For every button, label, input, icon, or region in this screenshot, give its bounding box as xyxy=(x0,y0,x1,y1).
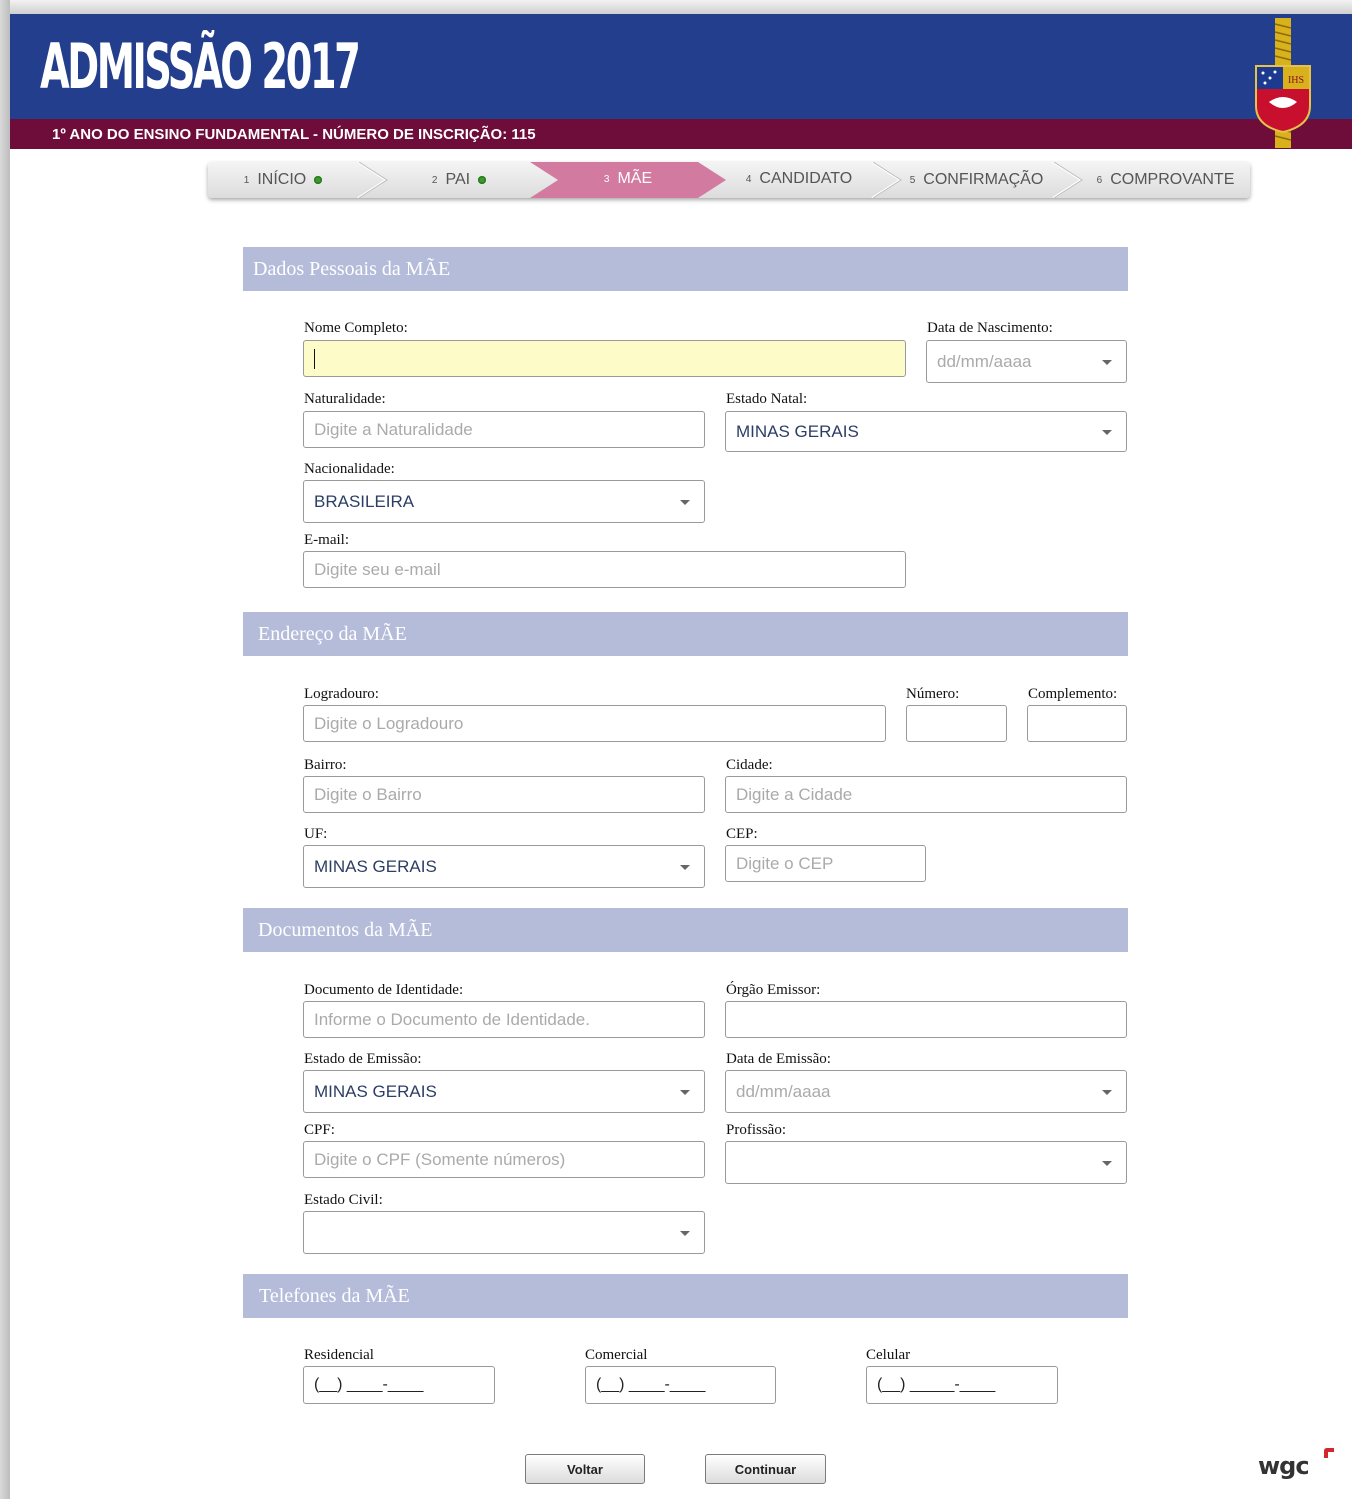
cpf-input[interactable]: Digite o CPF (Somente números) xyxy=(303,1141,705,1178)
residential-phone-label: Residencial xyxy=(304,1347,374,1363)
chevron-down-icon xyxy=(680,499,690,505)
birthplace-label: Naturalidade: xyxy=(304,391,386,407)
chevron-down-icon xyxy=(680,1230,690,1236)
section-documents: Documentos da MÃE xyxy=(243,908,1128,952)
issuer-label: Órgão Emissor: xyxy=(726,982,821,998)
app-title: ADMISSÃO 2017 xyxy=(40,30,361,103)
issue-state-label: Estado de Emissão: xyxy=(304,1051,422,1067)
email-label: E-mail: xyxy=(304,532,349,548)
id-document-input[interactable]: Informe o Documento de Identidade. xyxy=(303,1001,705,1038)
profession-label: Profissão: xyxy=(726,1122,786,1138)
commercial-phone-label: Comercial xyxy=(585,1347,648,1363)
commercial-phone-input[interactable]: (__) ____-____ xyxy=(585,1366,776,1404)
email-input[interactable]: Digite seu e-mail xyxy=(303,551,906,588)
step-mae[interactable]: 3 MÃE xyxy=(558,162,698,196)
step-confirmacao[interactable]: 5 CONFIRMAÇÃO xyxy=(900,162,1053,198)
residential-phone-input[interactable]: (__) ____-____ xyxy=(303,1366,495,1404)
svg-text:IHS: IHS xyxy=(1288,75,1304,86)
step-pai[interactable]: 2 PAI xyxy=(386,162,532,198)
profession-select[interactable] xyxy=(725,1141,1127,1184)
wgc-logo-mark-icon xyxy=(1324,1448,1334,1458)
window-frame-top xyxy=(0,0,1352,14)
district-label: Bairro: xyxy=(304,757,347,773)
complement-input[interactable] xyxy=(1027,705,1127,742)
cpf-label: CPF: xyxy=(304,1122,335,1138)
birthplace-input[interactable]: Digite a Naturalidade xyxy=(303,411,705,448)
chevron-down-icon xyxy=(1102,359,1112,365)
school-crest-logo: IHS xyxy=(1255,18,1311,148)
chevron-down-icon xyxy=(1102,429,1112,435)
street-input[interactable]: Digite o Logradouro xyxy=(303,705,886,742)
issue-state-select[interactable]: MINAS GERAIS xyxy=(303,1070,705,1113)
city-input[interactable]: Digite a Cidade xyxy=(725,776,1127,813)
street-label: Logradouro: xyxy=(304,686,379,702)
full-name-label: Nome Completo: xyxy=(304,320,408,336)
chevron-down-icon xyxy=(1102,1089,1112,1095)
wizard-steps: 1 INÍCIO 2 PAI 3 MÃE 4 CANDIDATO 5 CONFIRMAÇÃ… xyxy=(208,162,1250,198)
issue-date-label: Data de Emissão: xyxy=(726,1051,831,1067)
check-icon xyxy=(314,176,323,184)
number-label: Número: xyxy=(906,686,960,702)
step-candidato[interactable]: 4 CANDIDATO xyxy=(726,162,872,196)
marital-status-select[interactable] xyxy=(303,1211,705,1254)
nationality-label: Nacionalidade: xyxy=(304,461,395,477)
full-name-input[interactable] xyxy=(303,340,906,377)
uf-label: UF: xyxy=(304,826,328,842)
complement-label: Complemento: xyxy=(1028,686,1118,702)
issuer-input[interactable] xyxy=(725,1001,1127,1038)
id-document-label: Documento de Identidade: xyxy=(304,982,464,998)
step-inicio[interactable]: 1 INÍCIO xyxy=(208,162,358,198)
cep-input[interactable]: Digite o CEP xyxy=(725,845,926,882)
check-icon xyxy=(478,176,487,184)
enrollment-info: 1º ANO DO ENSINO FUNDAMENTAL - NÚMERO DE… xyxy=(52,125,536,143)
chevron-down-icon xyxy=(680,1089,690,1095)
cep-label: CEP: xyxy=(726,826,758,842)
mobile-phone-input[interactable]: (__) _____-____ xyxy=(866,1366,1058,1404)
issue-date-picker[interactable]: dd/mm/aaaa xyxy=(725,1070,1127,1113)
wgc-logo: wgc xyxy=(1258,1448,1334,1480)
back-button[interactable]: Voltar xyxy=(525,1454,645,1484)
birth-state-select[interactable]: MINAS GERAIS xyxy=(725,411,1127,452)
birth-date-picker[interactable]: dd/mm/aaaa xyxy=(926,340,1127,383)
district-input[interactable]: Digite o Bairro xyxy=(303,776,705,813)
number-input[interactable] xyxy=(906,705,1007,742)
text-cursor xyxy=(314,348,315,369)
chevron-down-icon xyxy=(680,864,690,870)
city-label: Cidade: xyxy=(726,757,773,773)
uf-select[interactable]: MINAS GERAIS xyxy=(303,845,705,888)
mobile-phone-label: Celular xyxy=(866,1347,911,1363)
continue-button[interactable]: Continuar xyxy=(705,1454,826,1484)
chevron-down-icon xyxy=(1102,1160,1112,1166)
nationality-select[interactable]: BRASILEIRA xyxy=(303,480,705,523)
step-comprovante[interactable]: 6 COMPROVANTE xyxy=(1081,162,1250,198)
birth-date-label: Data de Nascimento: xyxy=(927,320,1053,336)
section-phones: Telefones da MÃE xyxy=(243,1274,1128,1318)
section-address: Endereço da MÃE xyxy=(243,612,1128,656)
section-personal-data: Dados Pessoais da MÃE xyxy=(243,247,1128,291)
window-frame-left xyxy=(0,0,10,1499)
birth-state-label: Estado Natal: xyxy=(726,391,808,407)
marital-status-label: Estado Civil: xyxy=(304,1192,383,1208)
